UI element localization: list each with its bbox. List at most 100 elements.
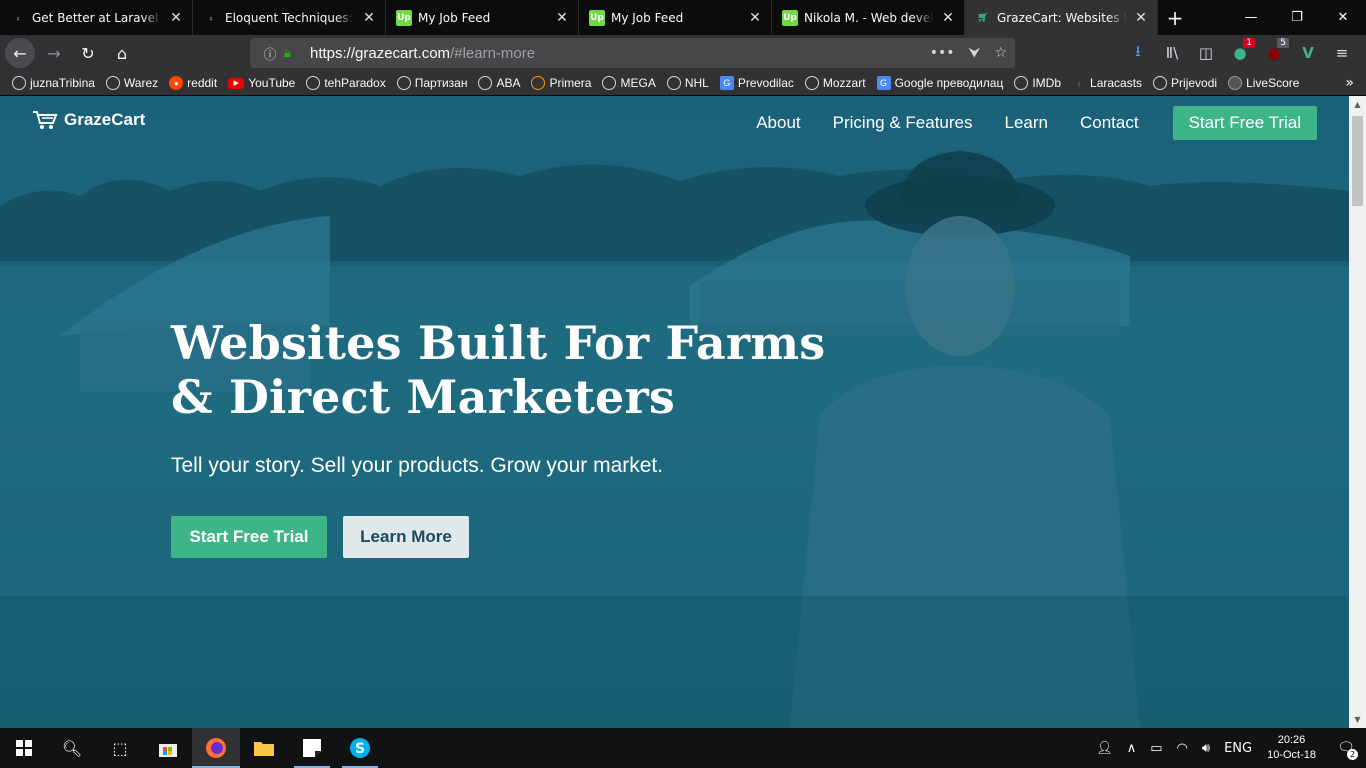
bookmark-label: Prijevodi (1171, 76, 1218, 90)
chevron-up-icon[interactable]: ∧ (1127, 741, 1137, 756)
bookmark-item[interactable]: Warez (105, 76, 158, 90)
tab-strip: ⨾ Get Better at Laravel with ✕ ⨾ Eloquen… (0, 0, 1366, 35)
bookmarks-overflow-icon[interactable]: » (1345, 75, 1354, 91)
library-icon[interactable]: Ⅱ\ (1160, 44, 1184, 62)
close-icon[interactable]: ✕ (1133, 10, 1149, 26)
firefox-taskbar-icon[interactable] (192, 728, 240, 768)
pocket-icon[interactable]: ⮟ (969, 45, 981, 61)
minimize-button[interactable]: — (1228, 0, 1274, 35)
wifi-icon[interactable]: ◠ (1177, 741, 1188, 756)
close-icon[interactable]: ✕ (940, 10, 956, 26)
scroll-up-icon[interactable]: ▲ (1349, 96, 1366, 113)
clock[interactable]: 20:26 10-Oct-18 (1267, 733, 1316, 763)
bookmark-item[interactable]: Партизан (396, 76, 467, 90)
action-center-icon[interactable]: 🗨︎ 2 (1326, 728, 1366, 768)
tab-grazecart[interactable]: 🛒︎ GrazeCart: Websites Built ✕ (965, 0, 1158, 35)
scroll-thumb[interactable] (1352, 116, 1363, 206)
lock-icon[interactable]: 🔒︎ (284, 46, 300, 61)
bookmark-item[interactable]: Primera (531, 76, 591, 90)
bookmark-item[interactable]: G Prevodilac (719, 76, 794, 90)
sidebar-icon[interactable]: ◫ (1194, 44, 1218, 62)
close-icon[interactable]: ✕ (554, 10, 570, 26)
nav-start-trial-button[interactable]: Start Free Trial (1172, 106, 1317, 140)
people-icon[interactable]: 👤︎ (1096, 741, 1113, 756)
bookmark-item[interactable]: LiveScore (1228, 76, 1299, 90)
nav-learn[interactable]: Learn (1005, 113, 1048, 133)
forward-button[interactable]: → (39, 38, 69, 68)
store-icon[interactable] (144, 728, 192, 768)
bookmark-item[interactable]: ▶ YouTube (228, 76, 295, 90)
battery-icon[interactable]: ▭ (1150, 741, 1162, 756)
restore-button[interactable]: ❐ (1274, 0, 1320, 35)
bookmark-label: Mozzart (822, 76, 866, 90)
laracasts-icon: ⨾ (210, 12, 212, 23)
task-view-icon[interactable]: ⬚ (96, 728, 144, 768)
page-actions-icon[interactable]: ••• (930, 45, 955, 61)
nav-pricing-features[interactable]: Pricing & Features (833, 113, 973, 133)
bookmark-item[interactable]: G Google преводилац (876, 76, 1003, 90)
page-scrollbar[interactable]: ▲ ▼ (1349, 96, 1366, 728)
learn-more-button[interactable]: Learn More (343, 516, 469, 558)
bookmark-item[interactable]: ⨾ Laracasts (1072, 76, 1142, 90)
bookmark-item[interactable]: ● reddit (169, 76, 217, 90)
reload-button[interactable]: ↻ (73, 38, 103, 68)
bookmark-item[interactable]: tehParadox (306, 76, 386, 90)
tab-profile[interactable]: Up Nikola M. - Web develop ✕ (772, 0, 965, 35)
upwork-icon: Up (782, 9, 798, 26)
language-indicator[interactable]: ENG (1224, 741, 1252, 756)
nav-toolbar: ← → ↻ ⌂ ⓘ 🔒︎ https://grazecart.com/#lear… (0, 35, 1366, 71)
volume-icon[interactable]: 🔊︎ (1202, 741, 1210, 756)
start-button[interactable] (0, 728, 48, 768)
scroll-down-icon[interactable]: ▼ (1349, 711, 1366, 728)
tab-laravel-2[interactable]: ⨾ Eloquent Techniques: Re ✕ (193, 0, 386, 35)
site-logo[interactable]: GrazeCart (32, 110, 145, 130)
laracasts-icon: ⨾ (1077, 76, 1081, 89)
bookmark-item[interactable]: NHL (666, 76, 709, 90)
bookmark-item[interactable]: Prijevodi (1153, 76, 1217, 90)
globe-icon (105, 76, 120, 90)
bookmark-item[interactable]: juznaTribina (12, 76, 95, 90)
tab-title: Nikola M. - Web develop (804, 10, 934, 25)
tab-laravel-1[interactable]: ⨾ Get Better at Laravel with ✕ (0, 0, 193, 35)
nav-about[interactable]: About (756, 113, 800, 133)
search-icon[interactable]: 🔍︎ (48, 728, 96, 768)
bookmark-label: LiveScore (1246, 76, 1300, 90)
home-button[interactable]: ⌂ (107, 38, 137, 68)
bookmark-star-icon[interactable]: ☆ (994, 45, 1007, 61)
vue-devtools-icon[interactable]: V (1296, 44, 1320, 62)
ublock-icon[interactable]: ● 5 (1262, 38, 1289, 62)
bookmark-item[interactable]: Mozzart (804, 76, 866, 90)
bookmarks-toolbar: juznaTribina Warez ● reddit ▶ YouTube tehP… (0, 71, 1366, 96)
tab-job-feed-1[interactable]: Up My Job Feed ✕ (386, 0, 579, 35)
info-icon[interactable]: ⓘ (260, 44, 280, 63)
clock-date: 10-Oct-18 (1267, 749, 1316, 761)
nav-contact[interactable]: Contact (1080, 113, 1139, 133)
sticky-notes-icon[interactable] (288, 728, 336, 768)
skype-taskbar-icon[interactable]: S (336, 728, 384, 768)
new-tab-button[interactable]: + (1158, 0, 1192, 35)
hero-buttons: Start Free Trial Learn More (171, 516, 871, 558)
bookmark-item[interactable]: ABA (478, 76, 520, 90)
extension-icon[interactable]: ● 1 (1228, 38, 1255, 62)
start-free-trial-button[interactable]: Start Free Trial (171, 516, 327, 558)
bookmark-label: tehParadox (324, 76, 386, 90)
close-icon[interactable]: ✕ (168, 10, 184, 26)
close-icon[interactable]: ✕ (361, 10, 377, 26)
window-close-button[interactable]: ✕ (1320, 0, 1366, 35)
downloads-icon[interactable]: ⭳ (1126, 41, 1150, 66)
menu-icon[interactable]: ≡ (1330, 44, 1354, 62)
globe-icon (1153, 76, 1168, 90)
bookmark-item[interactable]: MEGA (602, 76, 656, 90)
tab-job-feed-2[interactable]: Up My Job Feed ✕ (579, 0, 772, 35)
close-icon[interactable]: ✕ (747, 10, 763, 26)
globe-icon (666, 76, 681, 90)
windows-icon (16, 740, 32, 756)
bookmark-item[interactable]: IMDb (1014, 76, 1061, 90)
note-icon (303, 739, 321, 757)
back-button[interactable]: ← (5, 38, 35, 68)
url-bar[interactable]: ⓘ 🔒︎ https://grazecart.com/#learn-more •… (250, 38, 1015, 68)
globe-icon (478, 76, 493, 90)
bookmark-label: juznaTribina (30, 76, 95, 90)
file-explorer-icon[interactable] (240, 728, 288, 768)
url-text[interactable]: https://grazecart.com/#learn-more (310, 45, 535, 62)
